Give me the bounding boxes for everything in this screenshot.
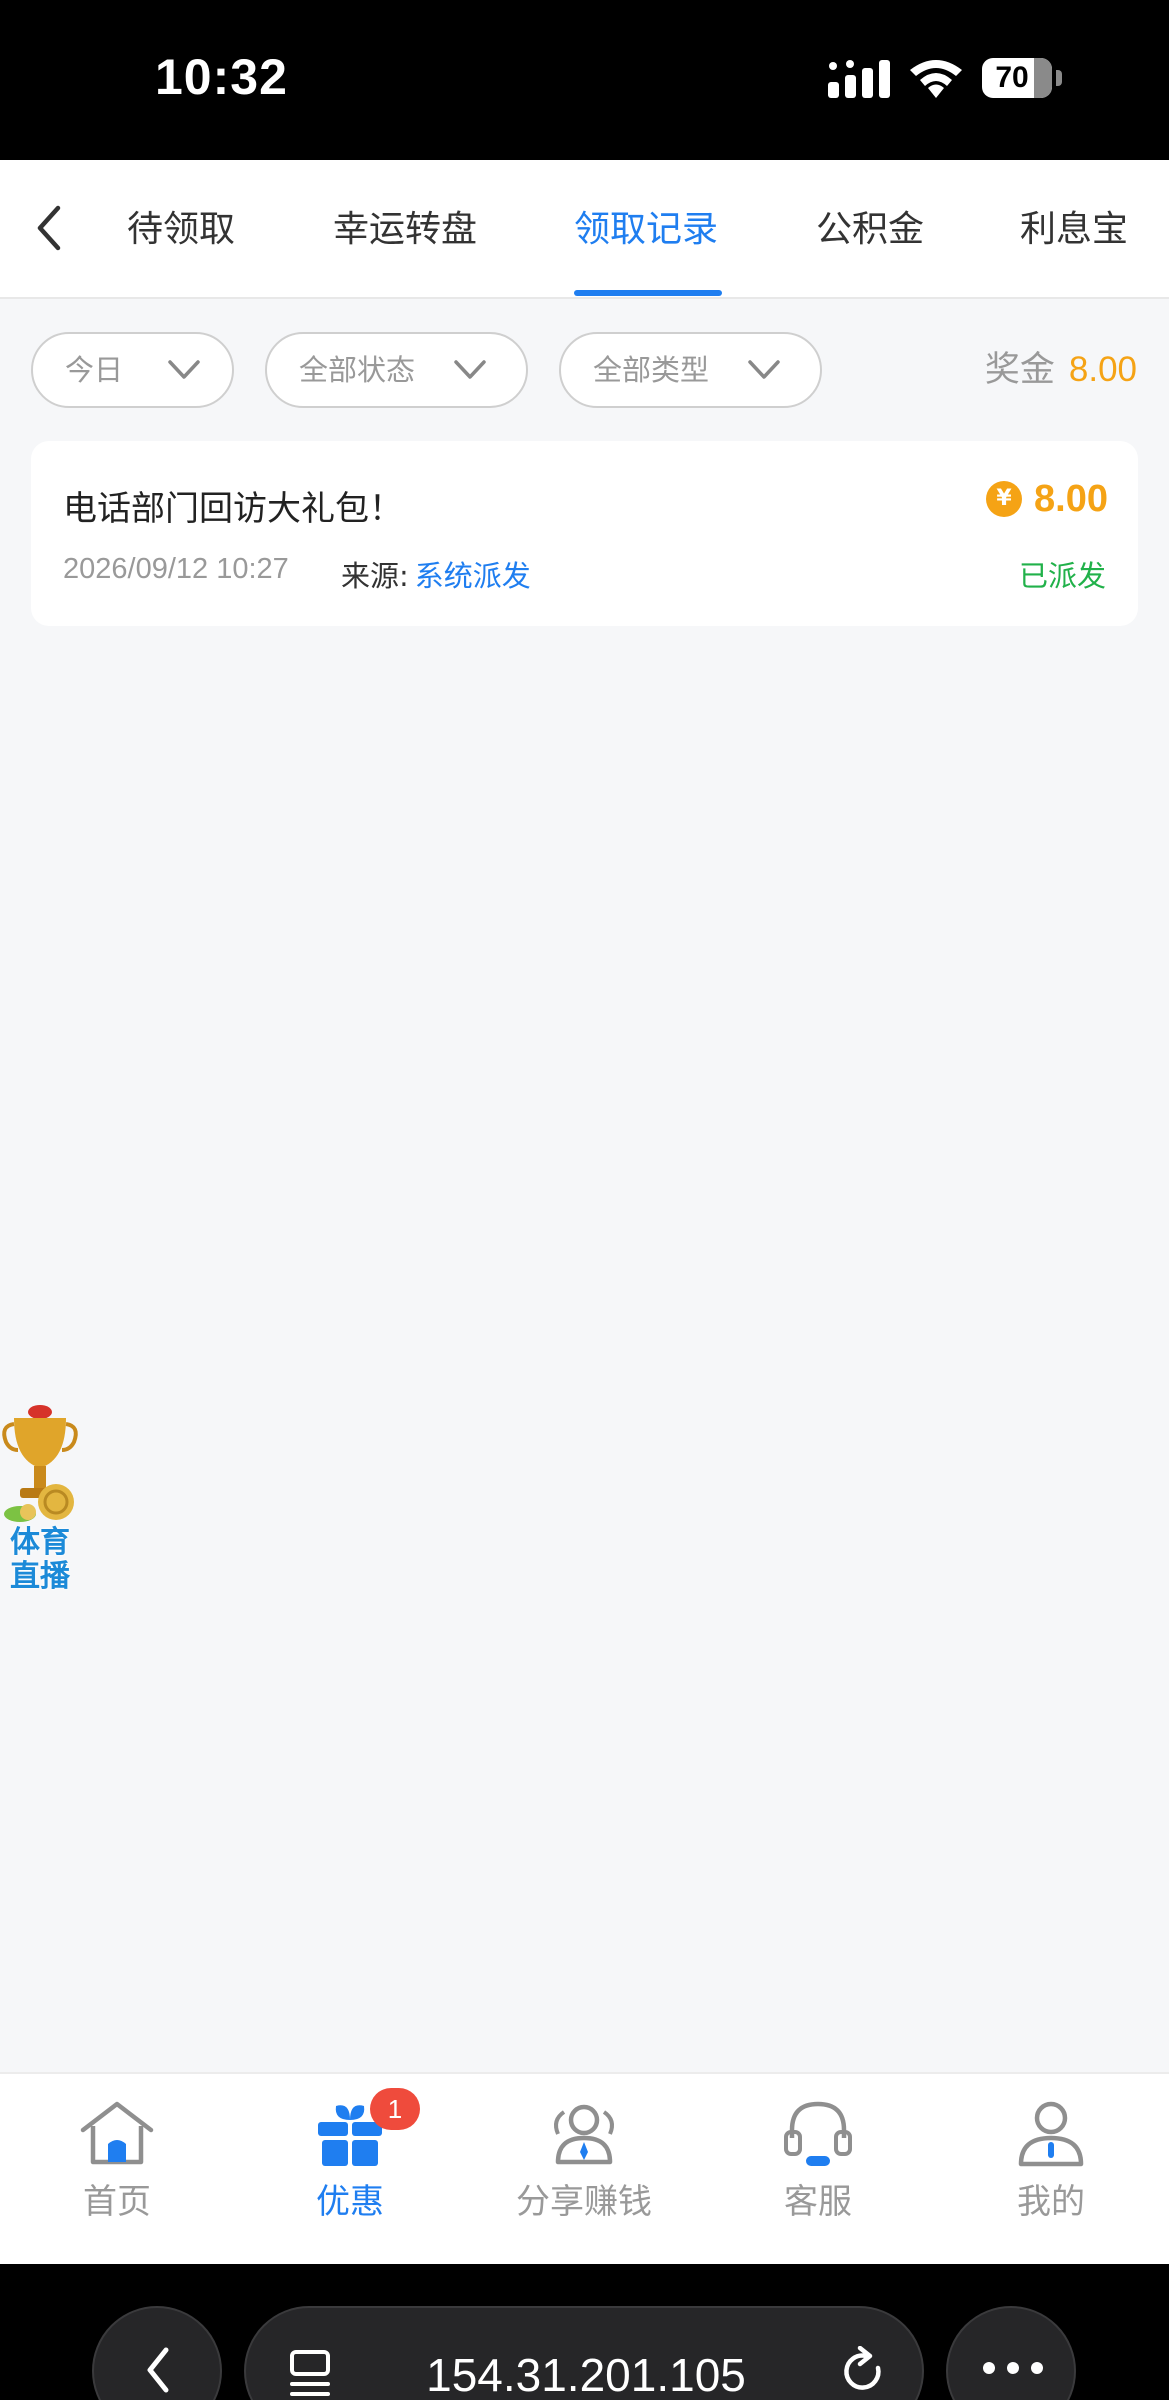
nav-home[interactable]: 首页	[27, 2098, 207, 2248]
date-filter-dropdown[interactable]: 今日	[31, 332, 234, 408]
user-icon	[1018, 2101, 1084, 2167]
reload-icon[interactable]	[840, 2346, 886, 2396]
yuan-coin-icon: ¥	[986, 481, 1023, 517]
record-amount-value: 8.00	[1034, 478, 1108, 520]
nav-promotions-label: 优惠	[316, 2182, 384, 2222]
back-chevron-icon[interactable]	[28, 200, 72, 256]
record-datetime: 2026/09/12 10:27	[63, 553, 289, 585]
record-amount: ¥8.00	[986, 473, 1108, 525]
bonus-amount: 8.00	[1068, 350, 1137, 389]
nav-share-earn[interactable]: 分享赚钱	[494, 2098, 674, 2248]
browser-address-bar[interactable]: 154.31.201.105	[244, 2306, 924, 2400]
type-filter-dropdown[interactable]: 全部类型	[559, 332, 822, 408]
status-filter-label: 全部状态	[299, 353, 416, 387]
more-dots-icon	[983, 2362, 1043, 2374]
tab-interest-treasure[interactable]: 利息宝	[1020, 200, 1128, 260]
tab-header: 待领取 幸运转盘 领取记录 公积金 利息宝	[0, 160, 1169, 299]
record-source-value: 系统派发	[414, 559, 531, 593]
chevron-down-icon	[748, 360, 780, 379]
browser-more-button[interactable]	[946, 2306, 1076, 2400]
url-text: 154.31.201.105	[426, 2349, 746, 2400]
trophy-icon	[2, 1405, 78, 1522]
tab-claim-records[interactable]: 领取记录	[574, 200, 718, 260]
browser-toolbar: 154.31.201.105	[0, 2264, 1169, 2400]
date-filter-label: 今日	[65, 353, 124, 387]
sports-live-line1: 体育	[10, 1525, 70, 1560]
record-card[interactable]: 电话部门回访大礼包！ ¥8.00 2026/09/12 10:27 来源: 系统派…	[31, 441, 1138, 626]
nav-home-label: 首页	[83, 2182, 151, 2222]
home-icon	[80, 2101, 154, 2165]
wifi-icon	[910, 60, 962, 98]
sports-live-line2: 直播	[10, 1559, 70, 1594]
nav-share-earn-label: 分享赚钱	[516, 2182, 652, 2222]
battery-tip	[1056, 70, 1062, 86]
active-tab-indicator	[574, 290, 722, 296]
sports-live-label: 体育 直播	[2, 1526, 78, 1594]
cellular-signal-icon	[828, 60, 890, 98]
share-users-icon	[554, 2104, 614, 2165]
nav-profile[interactable]: 我的	[961, 2098, 1141, 2248]
nav-promotions[interactable]: 优惠 1	[260, 2088, 440, 2248]
record-source: 来源: 系统派发	[341, 553, 531, 595]
nav-customer-service-label: 客服	[784, 2182, 852, 2222]
tab-lucky-wheel[interactable]: 幸运转盘	[333, 200, 477, 260]
notification-badge: 1	[370, 2088, 420, 2130]
battery-icon: 70	[982, 58, 1052, 98]
sports-live-floating-widget[interactable]: 体育 直播	[0, 1404, 80, 1604]
status-bar: 10:32 70	[0, 0, 1169, 160]
type-filter-label: 全部类型	[593, 353, 710, 387]
battery-level: 70	[995, 61, 1029, 94]
bonus-total: 奖金 8.00	[985, 340, 1137, 400]
browser-back-button[interactable]	[92, 2306, 222, 2400]
record-status: 已派发	[1018, 559, 1106, 593]
chevron-down-icon	[454, 360, 486, 379]
chevron-down-icon	[168, 360, 200, 379]
nav-profile-label: 我的	[1017, 2182, 1085, 2222]
record-title: 电话部门回访大礼包！	[63, 489, 403, 529]
bottom-nav: 首页 优惠 1 分享赚钱 客服 我的	[0, 2072, 1169, 2264]
tab-pending[interactable]: 待领取	[127, 200, 235, 260]
status-filter-dropdown[interactable]: 全部状态	[265, 332, 528, 408]
status-time: 10:32	[155, 49, 288, 105]
tab-provident-fund[interactable]: 公积金	[816, 200, 924, 260]
bonus-label: 奖金	[984, 350, 1055, 390]
headset-icon	[784, 2101, 852, 2166]
record-source-label: 来源:	[341, 559, 409, 593]
nav-customer-service[interactable]: 客服	[728, 2098, 908, 2248]
back-chevron-icon	[147, 2347, 169, 2393]
